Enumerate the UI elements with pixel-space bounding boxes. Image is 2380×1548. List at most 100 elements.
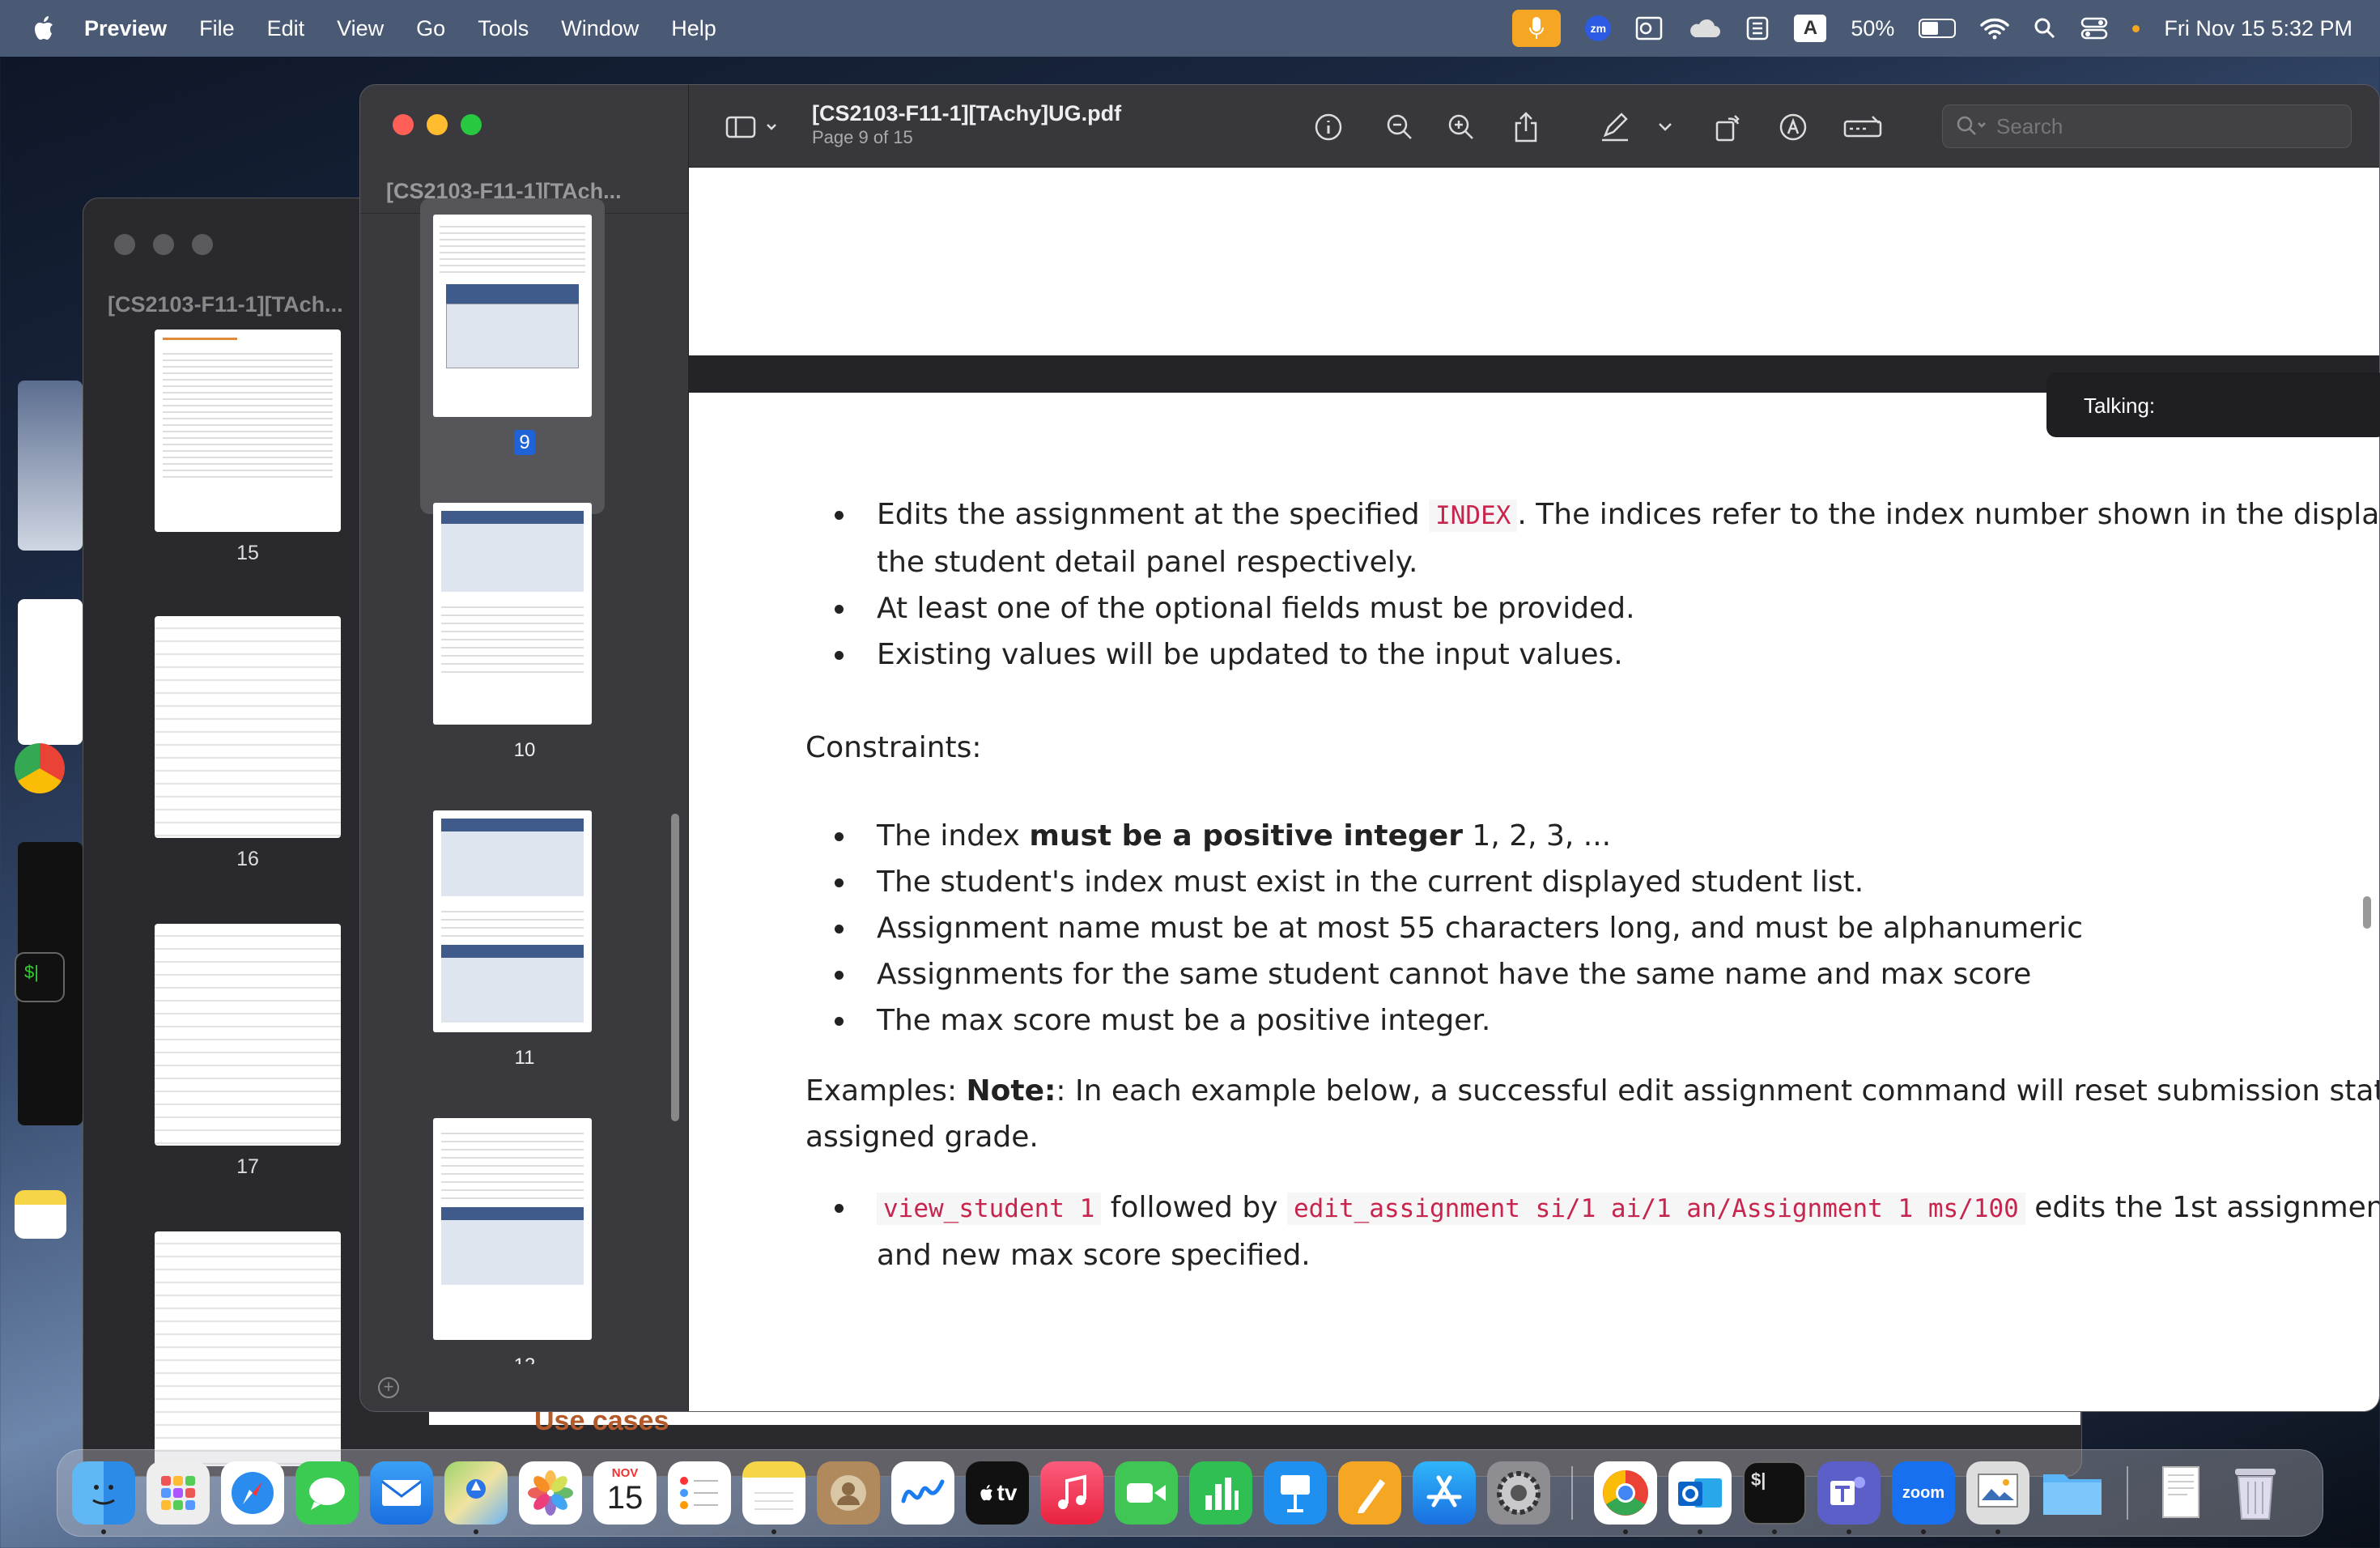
notes-window-icon[interactable] <box>15 1190 66 1239</box>
chrome-window-icon[interactable] <box>15 743 65 793</box>
mail-icon[interactable] <box>370 1461 433 1525</box>
terminal-icon[interactable]: $| <box>1743 1461 1806 1525</box>
documents-stack-icon[interactable] <box>2149 1461 2212 1525</box>
vpn-icon[interactable] <box>1745 15 1770 41</box>
maps-icon[interactable] <box>444 1461 508 1525</box>
sidebar-toggle-icon[interactable] <box>721 109 786 145</box>
markup-circle-icon[interactable] <box>1775 109 1811 145</box>
thumb-page-10[interactable] <box>433 503 592 725</box>
zoom-icon[interactable]: zm <box>1585 15 1612 41</box>
trash-icon[interactable] <box>2224 1461 2287 1525</box>
music-icon[interactable] <box>1040 1461 1103 1525</box>
back-thumb-page-15[interactable] <box>155 330 341 532</box>
minimize-button[interactable] <box>427 114 448 135</box>
system-settings-icon[interactable] <box>1487 1461 1550 1525</box>
back-thumb-page-18[interactable] <box>155 1231 341 1466</box>
pdf-page-9[interactable]: Edits the assignment at the specified IN… <box>689 393 2379 1411</box>
toolbar: [CS2103-F11-1][TAchy]UG.pdf Page 9 of 15… <box>689 85 2379 168</box>
thumb-page-11[interactable] <box>433 810 592 1032</box>
bullet-edit-index-cont: the student detail panel respectively. <box>877 546 1418 579</box>
app-store-icon[interactable] <box>1413 1461 1476 1525</box>
preview-app-icon[interactable] <box>1966 1461 2029 1525</box>
form-fill-icon[interactable] <box>1838 109 1887 145</box>
dock-separator-2 <box>2127 1466 2128 1520</box>
microphone-icon[interactable] <box>1512 10 1562 47</box>
vertical-scrollbar[interactable] <box>2363 896 2371 929</box>
battery-percent[interactable]: 50% <box>1851 16 1894 41</box>
terminal-window-icon[interactable]: $| <box>15 952 65 1002</box>
zoom-app-icon[interactable]: zoom <box>1892 1461 1955 1525</box>
document-title: [CS2103-F11-1][TAchy]UG.pdf <box>812 101 1122 125</box>
rotate-icon[interactable] <box>1711 109 1746 145</box>
apple-icon[interactable] <box>31 15 55 42</box>
facetime-icon[interactable] <box>1115 1461 1178 1525</box>
thumbnail-sidebar[interactable]: [CS2103-F11-1][TAch... 9 10 11 12 + <box>360 85 689 1411</box>
tv-icon[interactable]: tv <box>966 1461 1029 1525</box>
back-window-traffic-lights <box>114 234 213 255</box>
wifi-icon[interactable] <box>1980 17 2010 40</box>
preview-window[interactable]: [CS2103-F11-1][TAch... 9 10 11 12 + [CS2… <box>359 84 2380 1412</box>
search-field[interactable]: Search <box>1942 104 2352 148</box>
pages-icon[interactable] <box>1338 1461 1401 1525</box>
sidebar-scrollbar[interactable] <box>671 814 679 1121</box>
menu-app-name[interactable]: Preview <box>84 16 167 41</box>
search-icon[interactable] <box>2034 17 2056 40</box>
freeform-icon[interactable] <box>891 1461 954 1525</box>
close-button[interactable] <box>393 114 414 135</box>
markup-pen-icon[interactable] <box>1597 109 1633 145</box>
outlook-icon[interactable] <box>1635 16 1663 40</box>
icloud-icon[interactable] <box>1687 18 1721 39</box>
menu-tools[interactable]: Tools <box>478 16 529 41</box>
zoom-in-icon[interactable] <box>1443 109 1479 145</box>
zoom-out-icon[interactable] <box>1382 109 1417 145</box>
constraint-assignment-name: Assignment name must be at most 55 chara… <box>805 905 2379 951</box>
outlook-app-icon[interactable] <box>1668 1461 1732 1525</box>
control-center-icon[interactable] <box>2080 16 2108 40</box>
dock: NOV 15 tv $| zoom <box>57 1449 2323 1537</box>
contacts-icon[interactable] <box>817 1461 880 1525</box>
menu-view[interactable]: View <box>337 16 384 41</box>
document-view[interactable]: Edits the assignment at the specified IN… <box>689 168 2379 1411</box>
numbers-icon[interactable] <box>1189 1461 1252 1525</box>
menu-file[interactable]: File <box>199 16 235 41</box>
teams-icon[interactable] <box>1817 1461 1881 1525</box>
thumb-label-11: 11 <box>514 1047 535 1069</box>
finder-icon[interactable] <box>72 1461 135 1525</box>
chrome-icon[interactable] <box>1594 1461 1657 1525</box>
markup-dropdown-chevron-icon[interactable] <box>1647 109 1683 145</box>
messages-icon[interactable] <box>295 1461 359 1525</box>
menu-edit[interactable]: Edit <box>267 16 305 41</box>
edge-window-2[interactable] <box>18 599 83 745</box>
launchpad-icon[interactable] <box>147 1461 210 1525</box>
zoom-button[interactable] <box>461 114 482 135</box>
menu-bar: Preview File Edit View Go Tools Window H… <box>0 0 2380 57</box>
calendar-icon[interactable]: NOV 15 <box>593 1461 657 1525</box>
thumb-page-12[interactable] <box>433 1118 592 1340</box>
thumb-page-9[interactable] <box>433 215 592 417</box>
talking-indicator: Talking: <box>2046 372 2380 437</box>
safari-icon[interactable] <box>221 1461 284 1525</box>
add-page-icon[interactable]: + <box>378 1377 399 1398</box>
info-icon[interactable] <box>1311 109 1346 145</box>
example-1: view_student 1 followed by edit_assignme… <box>805 1184 2379 1232</box>
notes-icon[interactable] <box>742 1461 805 1525</box>
reminders-icon[interactable] <box>668 1461 731 1525</box>
menu-help[interactable]: Help <box>671 16 716 41</box>
page-indicator: Page 9 of 15 <box>812 127 913 147</box>
menu-window[interactable]: Window <box>561 16 639 41</box>
keynote-icon[interactable] <box>1264 1461 1327 1525</box>
back-thumb-page-16[interactable] <box>155 616 341 838</box>
back-thumb-label-17: 17 <box>236 1155 259 1178</box>
back-window-title: [CS2103-F11-1][TAch... <box>108 292 343 317</box>
thumb-label-9: 9 <box>360 430 689 455</box>
back-thumb-page-17[interactable] <box>155 924 341 1146</box>
menu-datetime[interactable]: Fri Nov 15 5:32 PM <box>2164 16 2352 41</box>
menu-go[interactable]: Go <box>416 16 445 41</box>
battery-icon[interactable] <box>1919 19 1957 38</box>
share-icon[interactable] <box>1508 109 1544 145</box>
folder-icon[interactable] <box>2041 1461 2104 1525</box>
edge-window-1[interactable] <box>18 381 83 551</box>
photos-icon[interactable] <box>519 1461 582 1525</box>
back-thumb-label-15: 15 <box>236 542 259 564</box>
input-source-icon[interactable]: A <box>1794 15 1827 42</box>
